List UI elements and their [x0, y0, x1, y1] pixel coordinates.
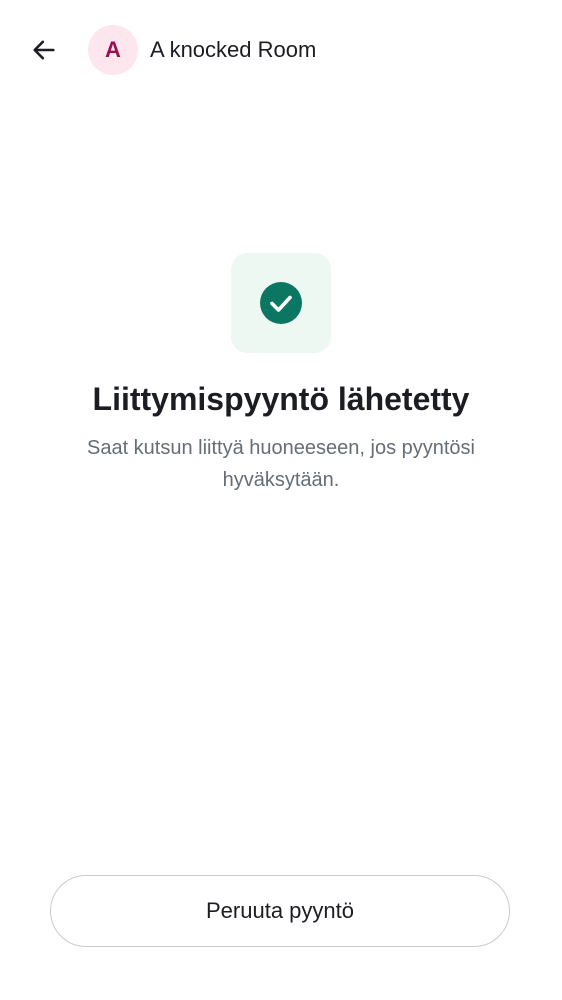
- room-avatar: A: [88, 25, 138, 75]
- arrow-left-icon: [33, 40, 55, 60]
- check-circle-icon: [260, 282, 302, 324]
- status-title: Liittymispyyntö lähetetty: [92, 381, 470, 417]
- back-button[interactable]: [22, 28, 66, 72]
- top-app-bar: A A knocked Room: [0, 0, 562, 100]
- status-icon-tile: [231, 253, 331, 353]
- cancel-request-button[interactable]: Peruuta pyyntö: [50, 875, 510, 947]
- room-name: A knocked Room: [150, 37, 317, 62]
- status-message: Saat kutsun liittyä huoneeseen, jos pyyn…: [86, 437, 476, 491]
